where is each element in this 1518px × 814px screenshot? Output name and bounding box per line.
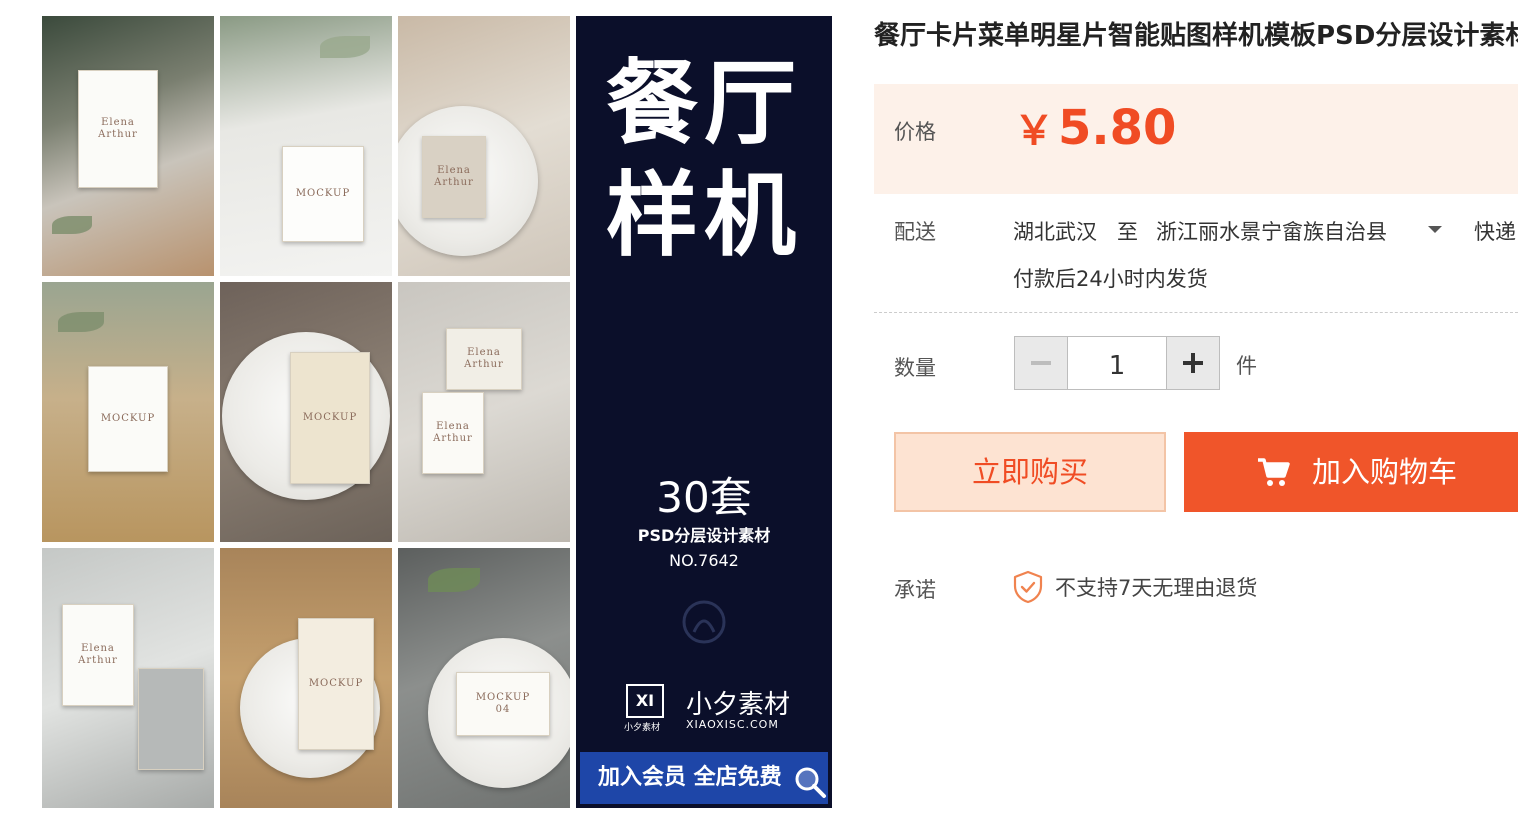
shield-check-icon — [1013, 570, 1043, 604]
shipping-label: 配送 — [894, 220, 936, 244]
ship-from: 湖北武汉 — [1013, 220, 1097, 244]
card-text: MOCKUP 04 — [475, 692, 531, 715]
brand-name: 小夕素材 — [686, 690, 791, 720]
brand-url: XIAOXISC.COM — [686, 718, 779, 731]
brand-logo: XI — [626, 684, 664, 718]
mockup-photo-4: MOCKUP — [42, 282, 214, 542]
mockup-photo-8: MOCKUP — [220, 548, 392, 808]
card-text: Elena Arthur — [78, 643, 118, 666]
add-to-cart-label: 加入购物车 — [1312, 455, 1458, 489]
buy-now-button[interactable]: 立即购买 — [894, 432, 1166, 512]
elephant-logo-icon — [682, 600, 726, 644]
banner-number: NO.7642 — [669, 551, 739, 570]
product-title: 餐厅卡片菜单明星片智能贴图样机模板PSD分层设计素材 — [874, 21, 1518, 51]
quantity-label: 数量 — [894, 356, 936, 380]
banner-headline-2: 样机 — [605, 162, 802, 269]
banner-headline-1: 餐厅 — [605, 50, 802, 157]
price-panel: 价格 ￥5.80 — [874, 84, 1518, 194]
banner-psd-label: PSD分层设计素材 — [637, 526, 771, 545]
ship-to-select[interactable]: 浙江丽水景宁畲族自治县 — [1156, 216, 1387, 246]
mockup-photo-5: MOCKUP — [220, 282, 392, 542]
card-text: Elena Arthur — [433, 421, 473, 444]
card-text: MOCKUP — [295, 188, 351, 199]
card-text: Elena Arthur — [464, 347, 504, 370]
mockup-photo-6: Elena Arthur Elena Arthur — [398, 282, 570, 542]
mockup-photo-grid: Elena Arthur MOCKUP Elena Arthur MOCKUP MO… — [42, 16, 570, 808]
member-promo-bar: 加入会员 全店免费 — [580, 752, 828, 804]
mockup-photo-9: MOCKUP 04 — [398, 548, 570, 808]
price-value: ￥5.80 — [1014, 98, 1176, 156]
brand-logo-caption: 小夕素材 — [624, 723, 661, 733]
quantity-input[interactable]: 1 — [1068, 336, 1166, 390]
plus-icon — [1183, 353, 1203, 373]
banner-set-count: 30套 — [656, 473, 752, 522]
promo-banner: 餐厅 样机 30套 PSD分层设计素材 NO.7642 XI 小夕素材 小夕素材… — [576, 16, 832, 808]
card-text: MOCKUP — [100, 413, 156, 424]
quantity-unit: 件 — [1236, 354, 1257, 378]
quantity-increase-button[interactable] — [1166, 336, 1220, 390]
promise-text: 不支持7天无理由退货 — [1055, 576, 1258, 600]
card-text: MOCKUP — [308, 678, 364, 689]
mockup-photo-1: Elena Arthur — [42, 16, 214, 276]
card-text: Elena Arthur — [434, 165, 474, 188]
shopping-cart-icon — [1258, 458, 1290, 486]
mockup-photo-2: MOCKUP — [220, 16, 392, 276]
minus-icon — [1031, 361, 1051, 365]
divider — [874, 312, 1518, 313]
add-to-cart-button[interactable]: 加入购物车 — [1184, 432, 1518, 512]
shipping-method: 快递 — [1474, 220, 1516, 244]
product-image[interactable]: Elena Arthur MOCKUP Elena Arthur MOCKUP MO… — [42, 16, 834, 808]
card-text: Elena Arthur — [98, 117, 138, 140]
quantity-decrease-button[interactable] — [1014, 336, 1068, 390]
promise-label: 承诺 — [894, 578, 936, 602]
chevron-down-icon[interactable] — [1428, 226, 1442, 233]
currency-symbol: ￥ — [1014, 108, 1054, 154]
zoom-icon[interactable] — [792, 764, 828, 800]
price-label: 价格 — [894, 120, 936, 144]
card-text: MOCKUP — [302, 412, 358, 423]
mockup-photo-3: Elena Arthur — [398, 16, 570, 276]
ship-to-word: 至 — [1117, 220, 1138, 244]
price-amount: 5.80 — [1058, 100, 1177, 156]
mockup-photo-7: Elena Arthur — [42, 548, 214, 808]
dispatch-time: 付款后24小时内发货 — [1013, 267, 1208, 291]
